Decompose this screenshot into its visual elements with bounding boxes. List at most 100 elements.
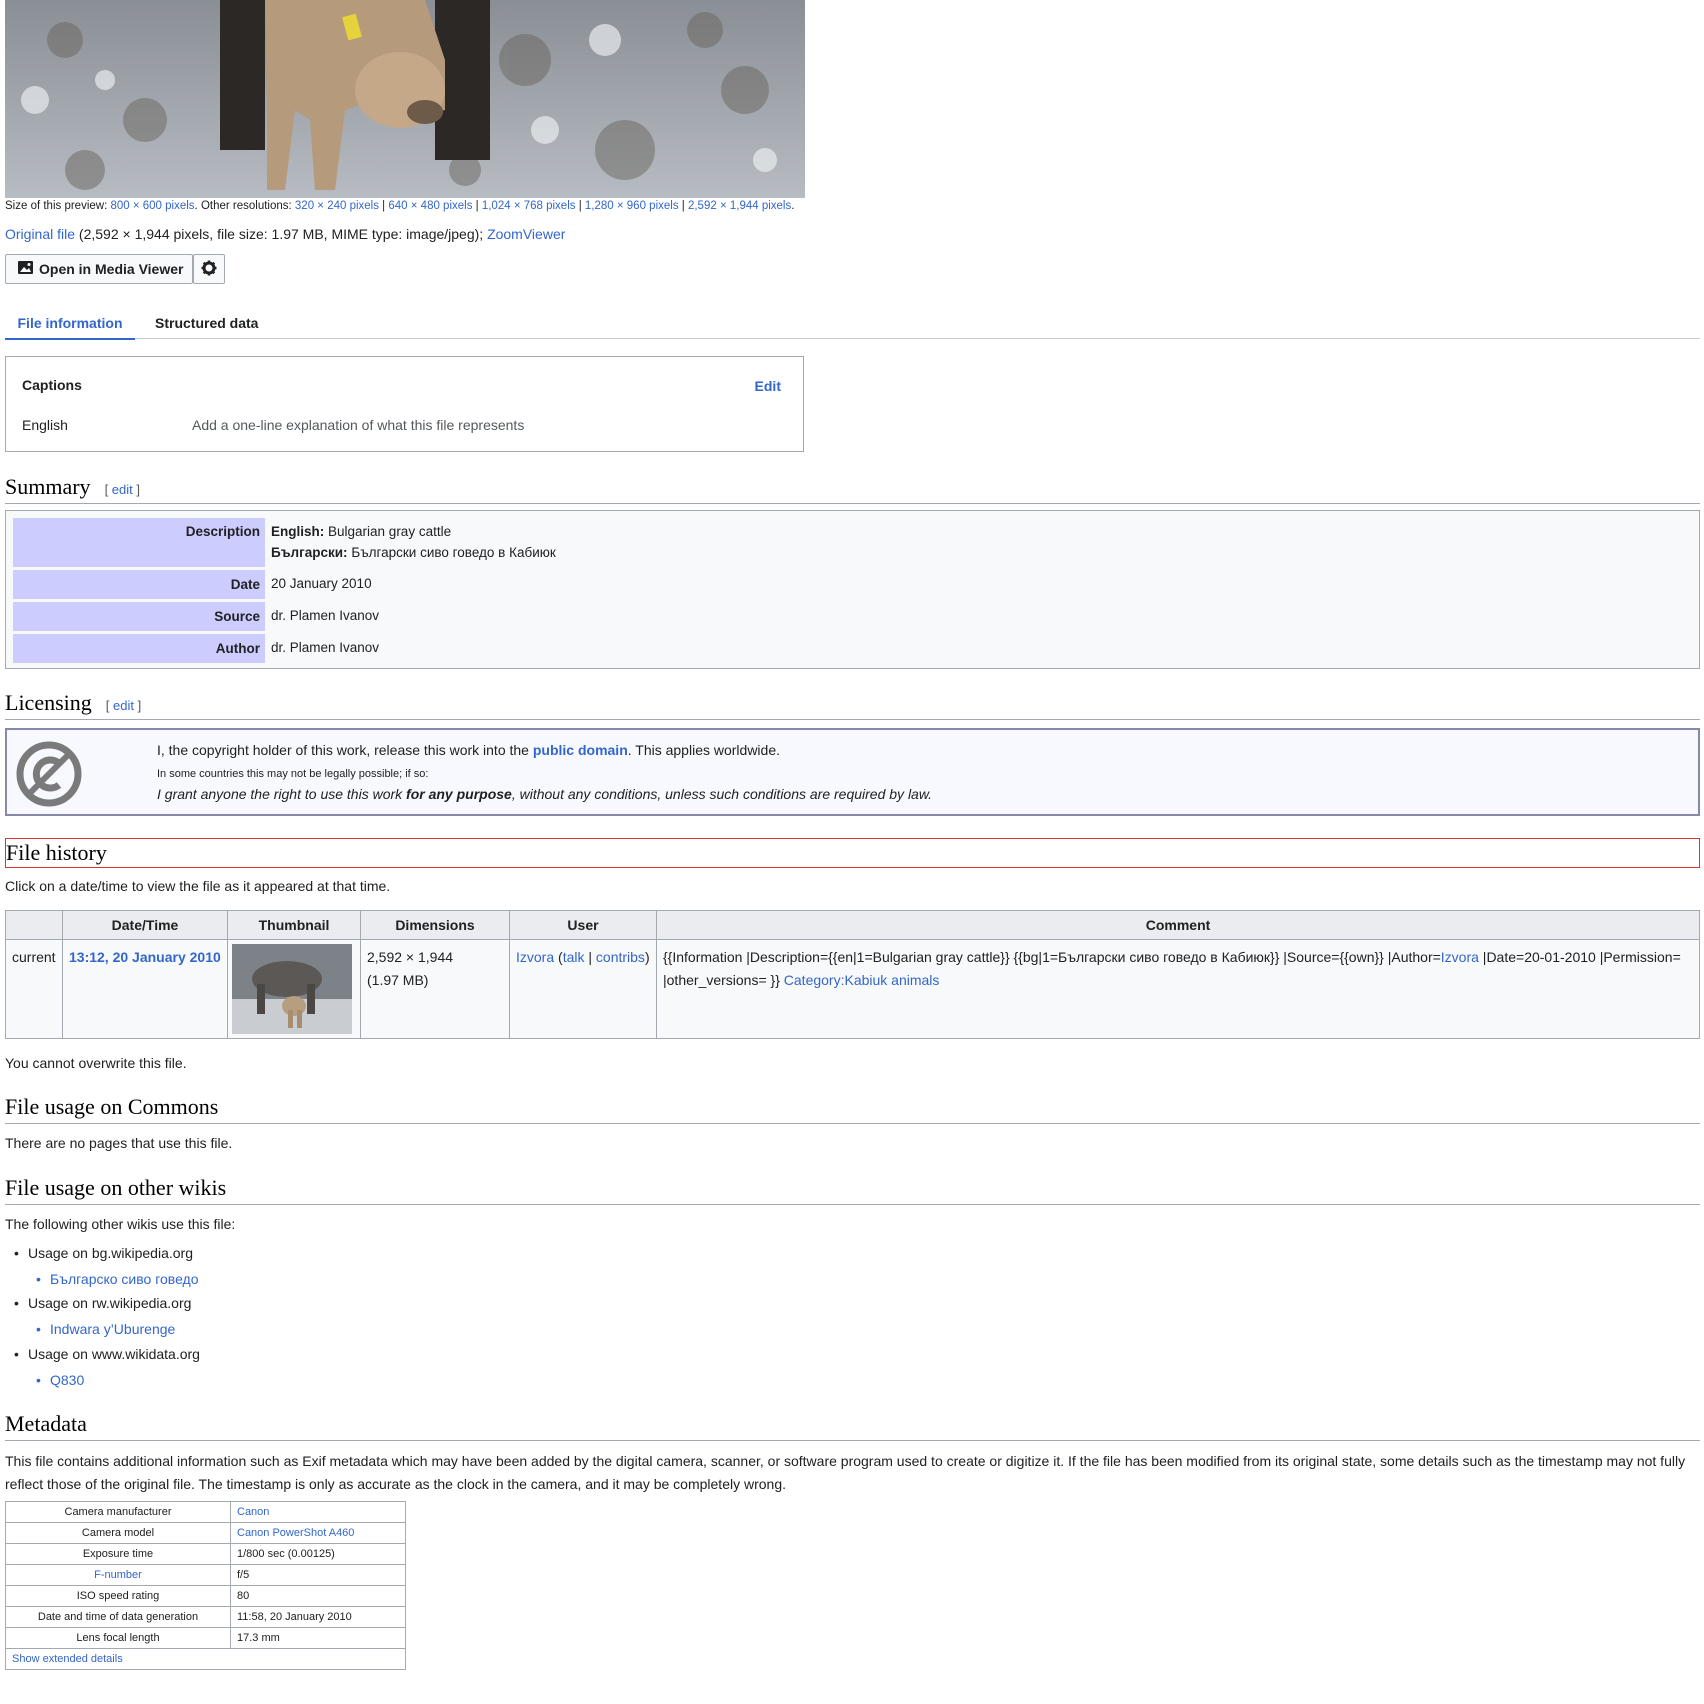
column-header: Date/Time — [62, 910, 228, 940]
resolution-link[interactable]: 320 × 240 pixels — [295, 200, 379, 212]
meta-key: Camera manufacturer — [5, 1501, 231, 1523]
usage-other-divider — [5, 1204, 1700, 1205]
meta-key: Exposure time — [5, 1543, 231, 1565]
author-label: Author — [13, 634, 265, 663]
description-en: English: Bulgarian gray cattle — [271, 524, 452, 539]
file-page-tabs: File information Structured data — [5, 316, 1700, 340]
source-label: Source — [13, 602, 265, 631]
list-item: Usage on bg.wikipedia.org — [14, 1245, 193, 1261]
usage-commons-heading: File usage on Commons — [5, 1094, 219, 1119]
licensing-divider — [5, 719, 1700, 720]
preview-size-line: Size of this preview: 800 × 600 pixels. … — [5, 200, 795, 212]
resolution-link[interactable]: 1,280 × 960 pixels — [585, 200, 679, 212]
meta-value: 17.3 mm — [230, 1627, 406, 1649]
summary-heading: Summary[ edit ] — [5, 474, 140, 499]
usage-page-link[interactable]: Q830 — [36, 1372, 84, 1388]
meta-key: Date and time of data generation — [5, 1606, 231, 1628]
captions-panel: Captions Edit English Add a one-line exp… — [5, 356, 804, 452]
resolution-link[interactable]: 640 × 480 pixels — [388, 200, 472, 212]
open-media-viewer-button[interactable]: Open in Media Viewer — [5, 254, 193, 284]
meta-value: 11:58, 20 January 2010 — [230, 1606, 406, 1628]
meta-value: f/5 — [230, 1564, 406, 1586]
overwrite-notice: You cannot overwrite this file. — [5, 1055, 187, 1071]
summary-edit-link[interactable]: edit — [112, 482, 133, 497]
meta-value: 1/800 sec (0.00125) — [230, 1543, 406, 1565]
metadata-table: Camera manufacturer Canon Camera model Can… — [5, 1501, 406, 1670]
tab-structured-data[interactable]: Structured data — [155, 316, 258, 338]
usage-commons-text: There are no pages that use this file. — [5, 1135, 233, 1151]
user-link[interactable]: Izvora — [516, 949, 554, 965]
original-file-line: Original file (2,592 × 1,944 pixels, fil… — [5, 226, 565, 242]
summary-info-table: Description English: Bulgarian gray catt… — [5, 510, 1700, 669]
column-header: User — [509, 910, 657, 940]
file-history-heading: File history — [5, 838, 1700, 868]
preview-size-link[interactable]: 800 × 600 pixels — [110, 200, 194, 212]
list-item: Usage on rw.wikipedia.org — [14, 1295, 191, 1311]
list-item: Usage on www.wikidata.org — [14, 1346, 200, 1362]
table-row: Show extended details — [5, 1648, 406, 1670]
status-cell: current — [5, 939, 63, 1039]
meta-key-link[interactable]: F-number — [94, 1569, 142, 1581]
usage-page-link[interactable]: Българско сиво говедо — [36, 1271, 198, 1287]
resolution-link[interactable]: 1,024 × 768 pixels — [482, 200, 576, 212]
metadata-divider — [5, 1440, 1700, 1441]
table-row: Exposure time 1/800 sec (0.00125) — [5, 1543, 406, 1565]
history-datetime-link[interactable]: 13:12, 20 January 2010 — [69, 949, 221, 965]
metadata-heading: Metadata — [5, 1411, 87, 1436]
show-extended-details-link[interactable]: Show extended details — [12, 1653, 123, 1665]
caption-language: English — [22, 417, 68, 433]
original-file-link[interactable]: Original file — [5, 226, 75, 242]
description-label: Description — [13, 518, 265, 567]
table-row: Camera manufacturer Canon — [5, 1501, 406, 1523]
table-row: Date and time of data generation 11:58, 2… — [5, 1606, 406, 1628]
licensing-edit-link[interactable]: edit — [113, 698, 134, 713]
gear-icon — [201, 260, 217, 279]
license-line-3: I grant anyone the right to use this wor… — [157, 786, 933, 802]
usage-other-heading: File usage on other wikis — [5, 1175, 227, 1200]
license-line-2: In some countries this may not be legall… — [157, 768, 429, 780]
file-preview-image[interactable] — [5, 0, 805, 198]
comment-user-link[interactable]: Izvora — [1441, 949, 1479, 965]
meta-value: 80 — [230, 1585, 406, 1607]
caption-placeholder[interactable]: Add a one-line explanation of what this … — [192, 417, 524, 433]
table-row: Lens focal length 17.3 mm — [5, 1627, 406, 1649]
source-value: dr. Plamen Ivanov — [271, 608, 380, 623]
contribs-link[interactable]: contribs — [596, 949, 645, 965]
resolution-link[interactable]: 2,592 × 1,944 pixels — [688, 200, 791, 212]
original-file-info: (2,592 × 1,944 pixels, file size: 1.97 M… — [78, 226, 484, 242]
usage-page-link[interactable]: Indwara y’Uburenge — [36, 1321, 175, 1337]
tab-file-information[interactable]: File information — [5, 316, 135, 340]
media-viewer-settings-button[interactable] — [193, 254, 225, 284]
user-cell: Izvora (talk | contribs) — [509, 939, 657, 1039]
comment-cell: {{Information |Description={{en|1=Bulgar… — [656, 939, 1700, 1039]
category-link[interactable]: Category:Kabiuk animals — [784, 972, 940, 988]
meta-key: Lens focal length — [5, 1627, 231, 1649]
other-resolutions-label: Other resolutions: — [200, 200, 292, 212]
talk-link[interactable]: talk — [563, 949, 585, 965]
zoomviewer-link[interactable]: ZoomViewer — [487, 226, 565, 242]
meta-value-link[interactable]: Canon PowerShot A460 — [237, 1527, 354, 1539]
usage-other-intro: The following other wikis use this file: — [5, 1216, 236, 1232]
table-row: Camera model Canon PowerShot A460 — [5, 1522, 406, 1544]
history-thumbnail[interactable] — [232, 944, 352, 1034]
author-value: dr. Plamen Ivanov — [271, 640, 380, 655]
meta-value-link[interactable]: Canon — [237, 1506, 269, 1518]
licensing-heading: Licensing[ edit ] — [5, 690, 142, 715]
column-header — [5, 910, 63, 940]
file-history-intro: Click on a date/time to view the file as… — [5, 878, 391, 894]
captions-edit-link[interactable]: Edit — [755, 378, 781, 394]
license-line-1: I, the copyright holder of this work, re… — [157, 742, 781, 758]
file-history-table: Date/Time Thumbnail Dimensions User Comm… — [5, 910, 1700, 1039]
summary-divider — [5, 503, 1700, 504]
date-label: Date — [13, 570, 265, 599]
open-media-viewer-label: Open in Media Viewer — [39, 261, 184, 277]
meta-key: Camera model — [5, 1522, 231, 1544]
image-icon — [18, 261, 33, 277]
description-bg: Български: Български сиво говедо в Кабию… — [271, 545, 556, 560]
table-row: current 13:12, 20 January 2010 2,592 × 1… — [5, 939, 1700, 1039]
column-header: Thumbnail — [227, 910, 361, 940]
date-value: 20 January 2010 — [271, 576, 372, 591]
table-row: F-number f/5 — [5, 1564, 406, 1586]
license-box: I, the copyright holder of this work, re… — [5, 728, 1700, 816]
public-domain-link[interactable]: public domain — [533, 742, 628, 758]
